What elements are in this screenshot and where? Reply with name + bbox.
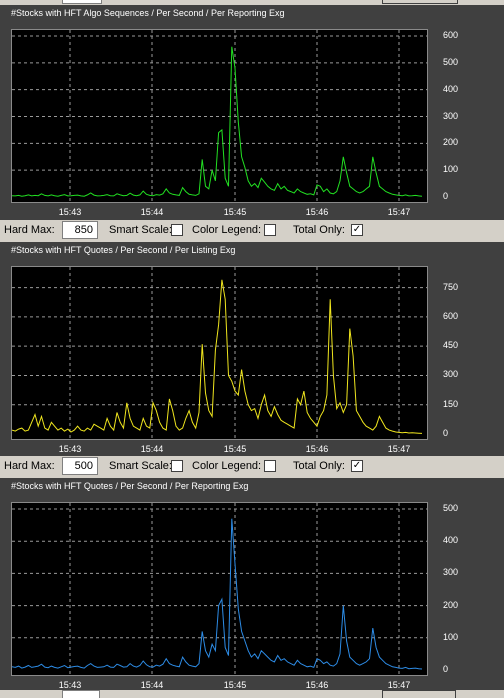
x-tick-label: 15:43 xyxy=(58,680,82,690)
x-tick-label: 15:45 xyxy=(223,680,247,690)
y-tick-label: 200 xyxy=(443,599,459,610)
series-line xyxy=(12,279,423,434)
x-tick-label: 15:46 xyxy=(305,207,329,217)
x-tick-label: 15:46 xyxy=(305,444,329,454)
y-tick-label: 600 xyxy=(443,30,459,40)
y-tick-label: 0 xyxy=(443,664,449,674)
plot-area xyxy=(11,266,428,440)
smart-scale-checkbox[interactable] xyxy=(171,460,183,472)
y-tick-label: 100 xyxy=(443,631,459,642)
x-tick-label: 15:44 xyxy=(140,444,164,454)
hard-max-label: Hard Max: xyxy=(4,460,55,472)
y-tick-label: 0 xyxy=(443,428,449,438)
y-tick-label: 500 xyxy=(443,503,459,513)
color-legend-checkbox[interactable] xyxy=(264,224,276,236)
hard-max-label: Hard Max: xyxy=(4,224,55,236)
y-tick-label: 300 xyxy=(443,369,459,380)
y-tick-label: 750 xyxy=(443,281,459,292)
line-chart xyxy=(12,267,427,439)
color-legend-label: Color Legend: xyxy=(192,224,262,236)
x-tick-label: 15:43 xyxy=(58,207,82,217)
color-legend-label: Color Legend: xyxy=(192,460,262,472)
color-legend-checkbox[interactable] xyxy=(264,460,276,472)
line-chart xyxy=(12,503,427,675)
x-tick-label: 15:44 xyxy=(140,680,164,690)
x-tick-label: 15:44 xyxy=(140,207,164,217)
smart-scale-label: Smart Scale: xyxy=(109,460,172,472)
line-chart xyxy=(12,30,427,202)
y-tick-label: 450 xyxy=(443,340,459,351)
plot-area xyxy=(11,502,428,676)
y-tick-label: 400 xyxy=(443,535,459,546)
y-tick-label: 200 xyxy=(443,137,459,148)
chart-panel-quotes-listing: #Stocks with HFT Quotes / Per Second / P… xyxy=(0,242,504,457)
y-tick-label: 150 xyxy=(443,398,459,409)
bottom-button[interactable] xyxy=(382,690,456,698)
x-tick-label: 15:47 xyxy=(387,680,411,690)
smart-scale-label: Smart Scale: xyxy=(109,224,172,236)
x-tick-label: 15:45 xyxy=(223,207,247,217)
x-tick-label: 15:46 xyxy=(305,680,329,690)
total-only-label: Total Only: xyxy=(293,224,345,236)
smart-scale-checkbox[interactable] xyxy=(171,224,183,236)
y-tick-label: 100 xyxy=(443,164,459,175)
x-tick-label: 15:45 xyxy=(223,444,247,454)
total-only-checkbox[interactable]: ✓ xyxy=(351,460,363,472)
x-tick-label: 15:43 xyxy=(58,444,82,454)
chart-title: #Stocks with HFT Quotes / Per Second / P… xyxy=(11,481,249,491)
chart-panel-algo-sequences: #Stocks with HFT Algo Sequences / Per Se… xyxy=(0,5,504,220)
chart-title: #Stocks with HFT Algo Sequences / Per Se… xyxy=(11,8,285,18)
hard-max-input-bottom[interactable] xyxy=(62,690,100,698)
hard-max-input[interactable]: 500 xyxy=(62,457,98,475)
series-line xyxy=(12,46,423,197)
chart-controls: Hard Max: 850 Smart Scale: Color Legend:… xyxy=(0,220,504,242)
chart-controls: Hard Max: 500 Smart Scale: Color Legend:… xyxy=(0,456,504,478)
total-only-checkbox[interactable]: ✓ xyxy=(351,224,363,236)
y-tick-label: 500 xyxy=(443,56,459,67)
top-button[interactable] xyxy=(382,0,458,4)
y-tick-label: 400 xyxy=(443,83,459,94)
y-tick-label: 0 xyxy=(443,191,449,201)
chart-panel-quotes-reporting: #Stocks with HFT Quotes / Per Second / P… xyxy=(0,478,504,693)
plot-area xyxy=(11,29,428,203)
hard-max-input[interactable]: 850 xyxy=(62,221,98,239)
x-tick-label: 15:47 xyxy=(387,207,411,217)
y-tick-label: 300 xyxy=(443,567,459,578)
y-tick-label: 300 xyxy=(443,110,459,121)
bottom-controls-strip xyxy=(0,690,504,698)
hard-max-input-top[interactable] xyxy=(62,0,102,4)
x-tick-label: 15:47 xyxy=(387,444,411,454)
total-only-label: Total Only: xyxy=(293,460,345,472)
chart-title: #Stocks with HFT Quotes / Per Second / P… xyxy=(11,245,236,255)
y-tick-label: 600 xyxy=(443,310,459,321)
